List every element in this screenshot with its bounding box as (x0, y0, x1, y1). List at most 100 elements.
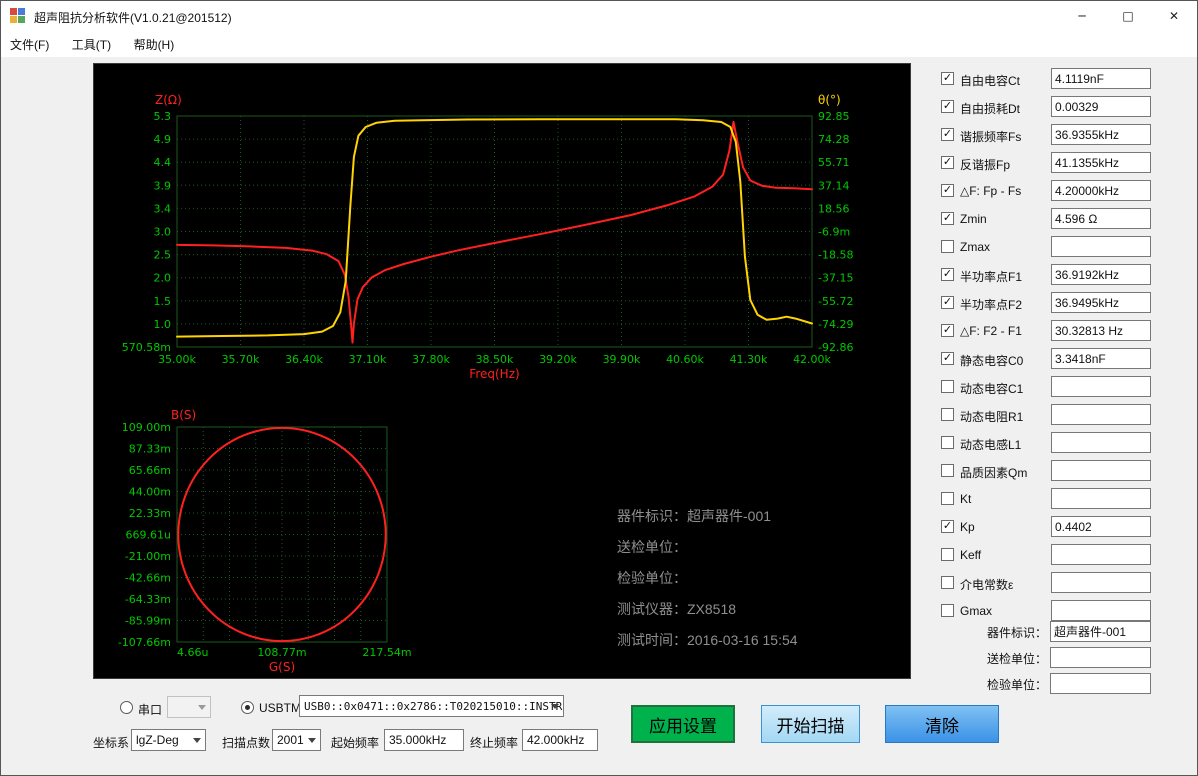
usb-address-combobox[interactable]: USB0::0x0471::0x2786::T020215010::INSTR (299, 695, 564, 717)
svg-text:35.00k: 35.00k (158, 353, 196, 366)
svg-text:-37.15: -37.15 (818, 272, 853, 285)
usbtmc-radio[interactable] (241, 701, 254, 714)
stop-frequency-input[interactable] (522, 729, 598, 751)
maximize-button[interactable]: □ (1105, 1, 1151, 31)
menu-file[interactable]: 文件(F) (1, 31, 58, 58)
device-row-field[interactable] (1050, 647, 1151, 668)
svg-text:-107.66m: -107.66m (118, 636, 171, 649)
param-checkbox[interactable] (941, 240, 954, 253)
svg-text:3.4: 3.4 (154, 202, 172, 215)
menu-tools[interactable]: 工具(T) (63, 31, 120, 58)
param-value-field[interactable] (1051, 460, 1151, 481)
param-value-field[interactable] (1051, 320, 1151, 341)
svg-text:37.14: 37.14 (818, 179, 850, 192)
param-checkbox[interactable] (941, 436, 954, 449)
param-value-field[interactable] (1051, 488, 1151, 509)
device-row: 检验单位： (937, 671, 1157, 697)
param-value-field[interactable] (1051, 208, 1151, 229)
param-value-field[interactable] (1051, 236, 1151, 257)
start-scan-button[interactable]: 开始扫描 (761, 705, 860, 743)
param-checkbox[interactable]: ✓ (941, 72, 954, 85)
param-value-field[interactable] (1051, 572, 1151, 593)
param-row: 动态电容C1 (937, 373, 1157, 401)
param-checkbox[interactable] (941, 380, 954, 393)
start-frequency-input[interactable] (384, 729, 464, 751)
param-row: Keff (937, 541, 1157, 569)
param-value-field[interactable] (1051, 152, 1151, 173)
param-row: ✓反谐振Fp (937, 149, 1157, 177)
param-checkbox[interactable]: ✓ (941, 156, 954, 169)
serial-radio-label: 串口 (138, 701, 162, 718)
param-value-field[interactable] (1051, 124, 1151, 145)
param-checkbox[interactable]: ✓ (941, 296, 954, 309)
svg-text:41.30k: 41.30k (730, 353, 768, 366)
param-checkbox[interactable]: ✓ (941, 212, 954, 225)
param-checkbox[interactable]: ✓ (941, 520, 954, 533)
param-value-field[interactable] (1051, 68, 1151, 89)
svg-text:37.80k: 37.80k (412, 353, 450, 366)
param-value-field[interactable] (1051, 96, 1151, 117)
window-title: 超声阻抗分析软件(V1.0.21@201512) (34, 9, 232, 26)
svg-text:Freq(Hz): Freq(Hz) (469, 367, 519, 381)
param-checkbox[interactable]: ✓ (941, 352, 954, 365)
param-value-field[interactable] (1051, 264, 1151, 285)
param-checkbox[interactable] (941, 576, 954, 589)
app-window: 超声阻抗分析软件(V1.0.21@201512) ─ □ ✕ 文件(F) 工具(… (0, 0, 1198, 776)
param-checkbox[interactable]: ✓ (941, 268, 954, 281)
close-button[interactable]: ✕ (1151, 1, 1197, 31)
svg-text:G(S): G(S) (269, 660, 295, 674)
menu-help[interactable]: 帮助(H) (125, 31, 184, 58)
device-row-label: 器件标识： (937, 624, 1047, 641)
device-row-field[interactable] (1050, 673, 1151, 694)
device-row-field[interactable] (1050, 621, 1151, 642)
chevron-down-icon (551, 704, 559, 709)
param-checkbox[interactable] (941, 464, 954, 477)
param-checkbox[interactable] (941, 408, 954, 421)
scan-points-label: 扫描点数 (222, 734, 270, 751)
serial-port-combobox[interactable] (167, 696, 211, 718)
svg-text:42.00k: 42.00k (793, 353, 831, 366)
param-value-field[interactable] (1051, 516, 1151, 537)
start-frequency-label: 起始频率 (331, 734, 379, 751)
param-value-field[interactable] (1051, 292, 1151, 313)
svg-text:18.56: 18.56 (818, 202, 850, 215)
param-checkbox[interactable] (941, 492, 954, 505)
device-row-label: 送检单位： (937, 650, 1047, 667)
svg-text:-42.66m: -42.66m (125, 572, 171, 585)
param-checkbox[interactable]: ✓ (941, 100, 954, 113)
param-row: 动态电阻R1 (937, 401, 1157, 429)
svg-text:38.50k: 38.50k (476, 353, 514, 366)
info-submitting-unit: 送检单位： (617, 532, 798, 563)
param-checkbox[interactable] (941, 548, 954, 561)
param-checkbox[interactable]: ✓ (941, 324, 954, 337)
svg-text:3.9: 3.9 (154, 179, 172, 192)
param-row: ✓ 半功率点F2 (937, 289, 1157, 317)
app-icon (10, 8, 26, 24)
param-value-field[interactable] (1051, 544, 1151, 565)
minimize-button[interactable]: ─ (1059, 1, 1105, 31)
scan-points-combobox[interactable]: 2001 (272, 729, 321, 751)
param-value-field[interactable] (1051, 432, 1151, 453)
serial-radio[interactable] (120, 701, 133, 714)
param-value-field[interactable] (1051, 180, 1151, 201)
svg-text:92.85: 92.85 (818, 110, 850, 123)
svg-text:55.71: 55.71 (818, 156, 850, 169)
param-checkbox[interactable]: ✓ (941, 184, 954, 197)
param-value-field[interactable] (1051, 404, 1151, 425)
usb-address-value: USB0::0x0471::0x2786::T020215010::INSTR (304, 700, 562, 713)
info-inspection-unit: 检验单位： (617, 563, 798, 594)
stop-frequency-label: 终止频率 (470, 734, 518, 751)
param-value-field[interactable] (1051, 348, 1151, 369)
param-label: 半功率点F2 (960, 296, 1022, 313)
measurement-info: 器件标识：超声器件-001 送检单位： 检验单位： 测试仪器：ZX8518 测试… (617, 501, 798, 656)
svg-text:39.20k: 39.20k (539, 353, 577, 366)
clear-button[interactable]: 清除 (885, 705, 999, 743)
param-row: ✓Kp (937, 513, 1157, 541)
coord-system-combobox[interactable]: lgZ-Deg (131, 729, 206, 751)
param-checkbox[interactable]: ✓ (941, 128, 954, 141)
param-checkbox[interactable] (941, 604, 954, 617)
param-value-field[interactable] (1051, 376, 1151, 397)
apply-settings-button[interactable]: 应用设置 (631, 705, 735, 743)
param-value-field[interactable] (1051, 600, 1151, 621)
param-label: Kt (960, 492, 971, 506)
